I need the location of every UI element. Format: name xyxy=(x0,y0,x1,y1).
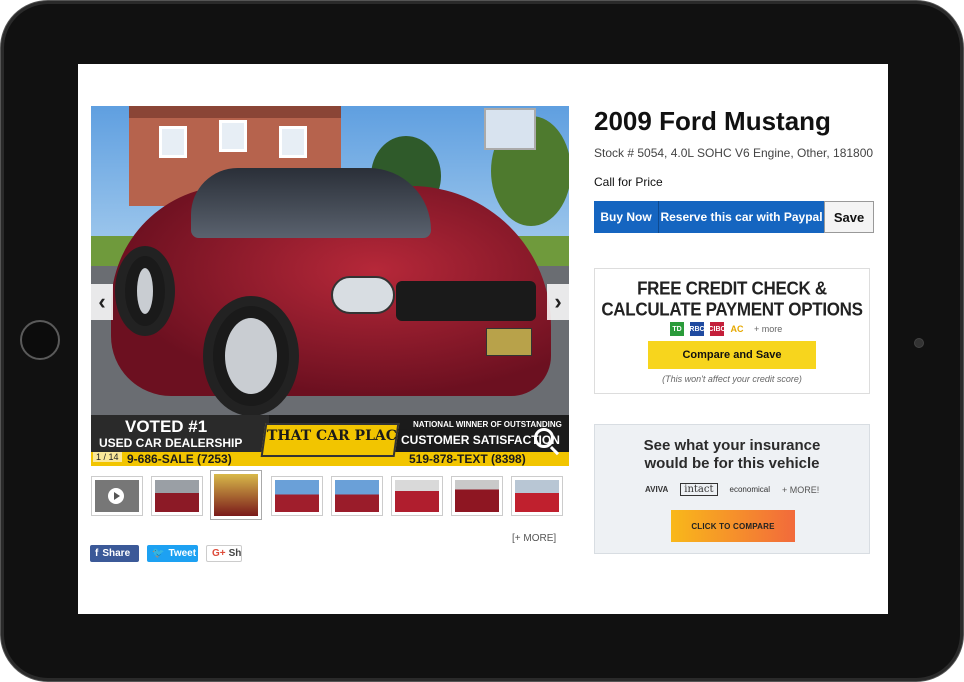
thumbnail-image xyxy=(155,480,199,512)
thumbnail-image xyxy=(275,480,319,512)
thumbnail-video[interactable] xyxy=(91,476,143,516)
thumbnail-image xyxy=(455,480,499,512)
twitter-tweet-label: Tweet xyxy=(168,548,197,559)
vehicle-price: Call for Price xyxy=(594,175,663,189)
insurance-heading-line1: See what your insurance xyxy=(643,437,821,454)
banner-voted: VOTED #1 xyxy=(125,417,208,436)
photo-window xyxy=(159,126,187,158)
thumbnail[interactable] xyxy=(511,476,563,516)
economical-logo-icon: economical xyxy=(729,485,770,494)
photo-window xyxy=(219,120,247,152)
banner-phone-right: 519-878-TEXT (8398) xyxy=(409,452,526,466)
photo-wheel-front xyxy=(203,296,299,416)
facebook-share-label: Share xyxy=(102,548,131,559)
bank-more-label: + more xyxy=(754,324,783,334)
rbc-logo-icon: RBC xyxy=(689,322,705,336)
intact-logo-icon: intact xyxy=(680,483,718,496)
cibc-logo-icon: CIBC xyxy=(708,322,726,336)
buy-now-button[interactable]: Buy Now xyxy=(594,201,658,233)
credit-heading-line1: FREE CREDIT CHECK & xyxy=(637,278,827,299)
compare-and-save-button[interactable]: Compare and Save xyxy=(648,341,816,369)
photo-sign xyxy=(484,108,536,150)
image-counter: 1 / 14 xyxy=(93,452,122,462)
tablet-frame: VOTED #1 USED CAR DEALERSHIP THAT CAR PL… xyxy=(0,0,964,682)
save-button[interactable]: Save xyxy=(824,201,874,233)
google-share-button[interactable]: G+ Shar xyxy=(206,545,242,562)
main-vehicle-photo[interactable]: VOTED #1 USED CAR DEALERSHIP THAT CAR PL… xyxy=(91,106,569,466)
photo-car-window xyxy=(191,168,431,238)
facebook-share-button[interactable]: f Share xyxy=(90,545,139,562)
twitter-icon: 🐦 xyxy=(152,548,165,559)
home-button[interactable] xyxy=(20,320,60,360)
aviva-logo-icon: AVIVA xyxy=(645,485,669,494)
vehicle-details: Stock # 5054, 4.0L SOHC V6 Engine, Other… xyxy=(594,146,874,160)
zoom-icon[interactable] xyxy=(534,428,554,448)
thumbnail[interactable] xyxy=(331,476,383,516)
thumbnail-active[interactable] xyxy=(210,470,262,520)
photo-plate xyxy=(486,328,532,356)
credit-score-note: (This won't affect your credit score) xyxy=(662,374,802,384)
banner-used: USED CAR DEALERSHIP xyxy=(99,436,243,450)
banner-phone-left: 9-686-SALE (7253) xyxy=(127,452,232,466)
google-plus-icon: G+ xyxy=(212,548,226,559)
camera-icon xyxy=(914,338,924,348)
insurer-logos: AVIVA intact economical + MORE! xyxy=(645,483,819,496)
next-image-button[interactable]: › xyxy=(547,284,569,320)
twitter-tweet-button[interactable]: 🐦 Tweet xyxy=(147,545,198,562)
thumbnail-image xyxy=(515,480,559,512)
play-icon xyxy=(108,488,124,504)
thumbnail-image xyxy=(335,480,379,512)
thumbnail-image xyxy=(395,480,439,512)
thumbnail-image xyxy=(214,474,258,516)
insurance-heading-line2: would be for this vehicle xyxy=(644,455,820,472)
vehicle-title: 2009 Ford Mustang xyxy=(594,106,831,136)
bank-logos: TD RBC CIBC AC + more xyxy=(670,322,782,336)
thumbnail-strip xyxy=(91,470,569,520)
dealer-banner: VOTED #1 USED CAR DEALERSHIP THAT CAR PL… xyxy=(91,415,569,466)
credit-heading-line2: CALCULATE PAYMENT OPTIONS xyxy=(601,299,863,320)
credit-check-widget: FREE CREDIT CHECK & CALCULATE PAYMENT OP… xyxy=(594,268,870,394)
click-to-compare-button[interactable]: CLICK TO COMPARE xyxy=(671,510,795,542)
screen: VOTED #1 USED CAR DEALERSHIP THAT CAR PL… xyxy=(78,64,888,614)
photo-window xyxy=(279,126,307,158)
thumbnail[interactable] xyxy=(271,476,323,516)
google-share-label: Shar xyxy=(228,548,242,559)
more-photos-link[interactable]: [+ MORE] xyxy=(512,533,556,544)
photo-grille xyxy=(396,281,536,321)
thumbnail[interactable] xyxy=(151,476,203,516)
reserve-paypal-button[interactable]: Reserve this car with Paypal xyxy=(658,201,824,233)
prev-image-button[interactable]: ‹ xyxy=(91,284,113,320)
td-logo-icon: TD xyxy=(670,322,684,336)
thumbnail[interactable] xyxy=(451,476,503,516)
photo-wheel-rear xyxy=(115,246,175,336)
photo-headlight xyxy=(331,276,395,314)
thumbnail[interactable] xyxy=(391,476,443,516)
insurer-more-label: + MORE! xyxy=(781,484,820,495)
insurance-widget: See what your insurance would be for thi… xyxy=(594,424,870,554)
ac-logo-icon: AC xyxy=(730,324,744,334)
facebook-icon: f xyxy=(95,548,99,559)
